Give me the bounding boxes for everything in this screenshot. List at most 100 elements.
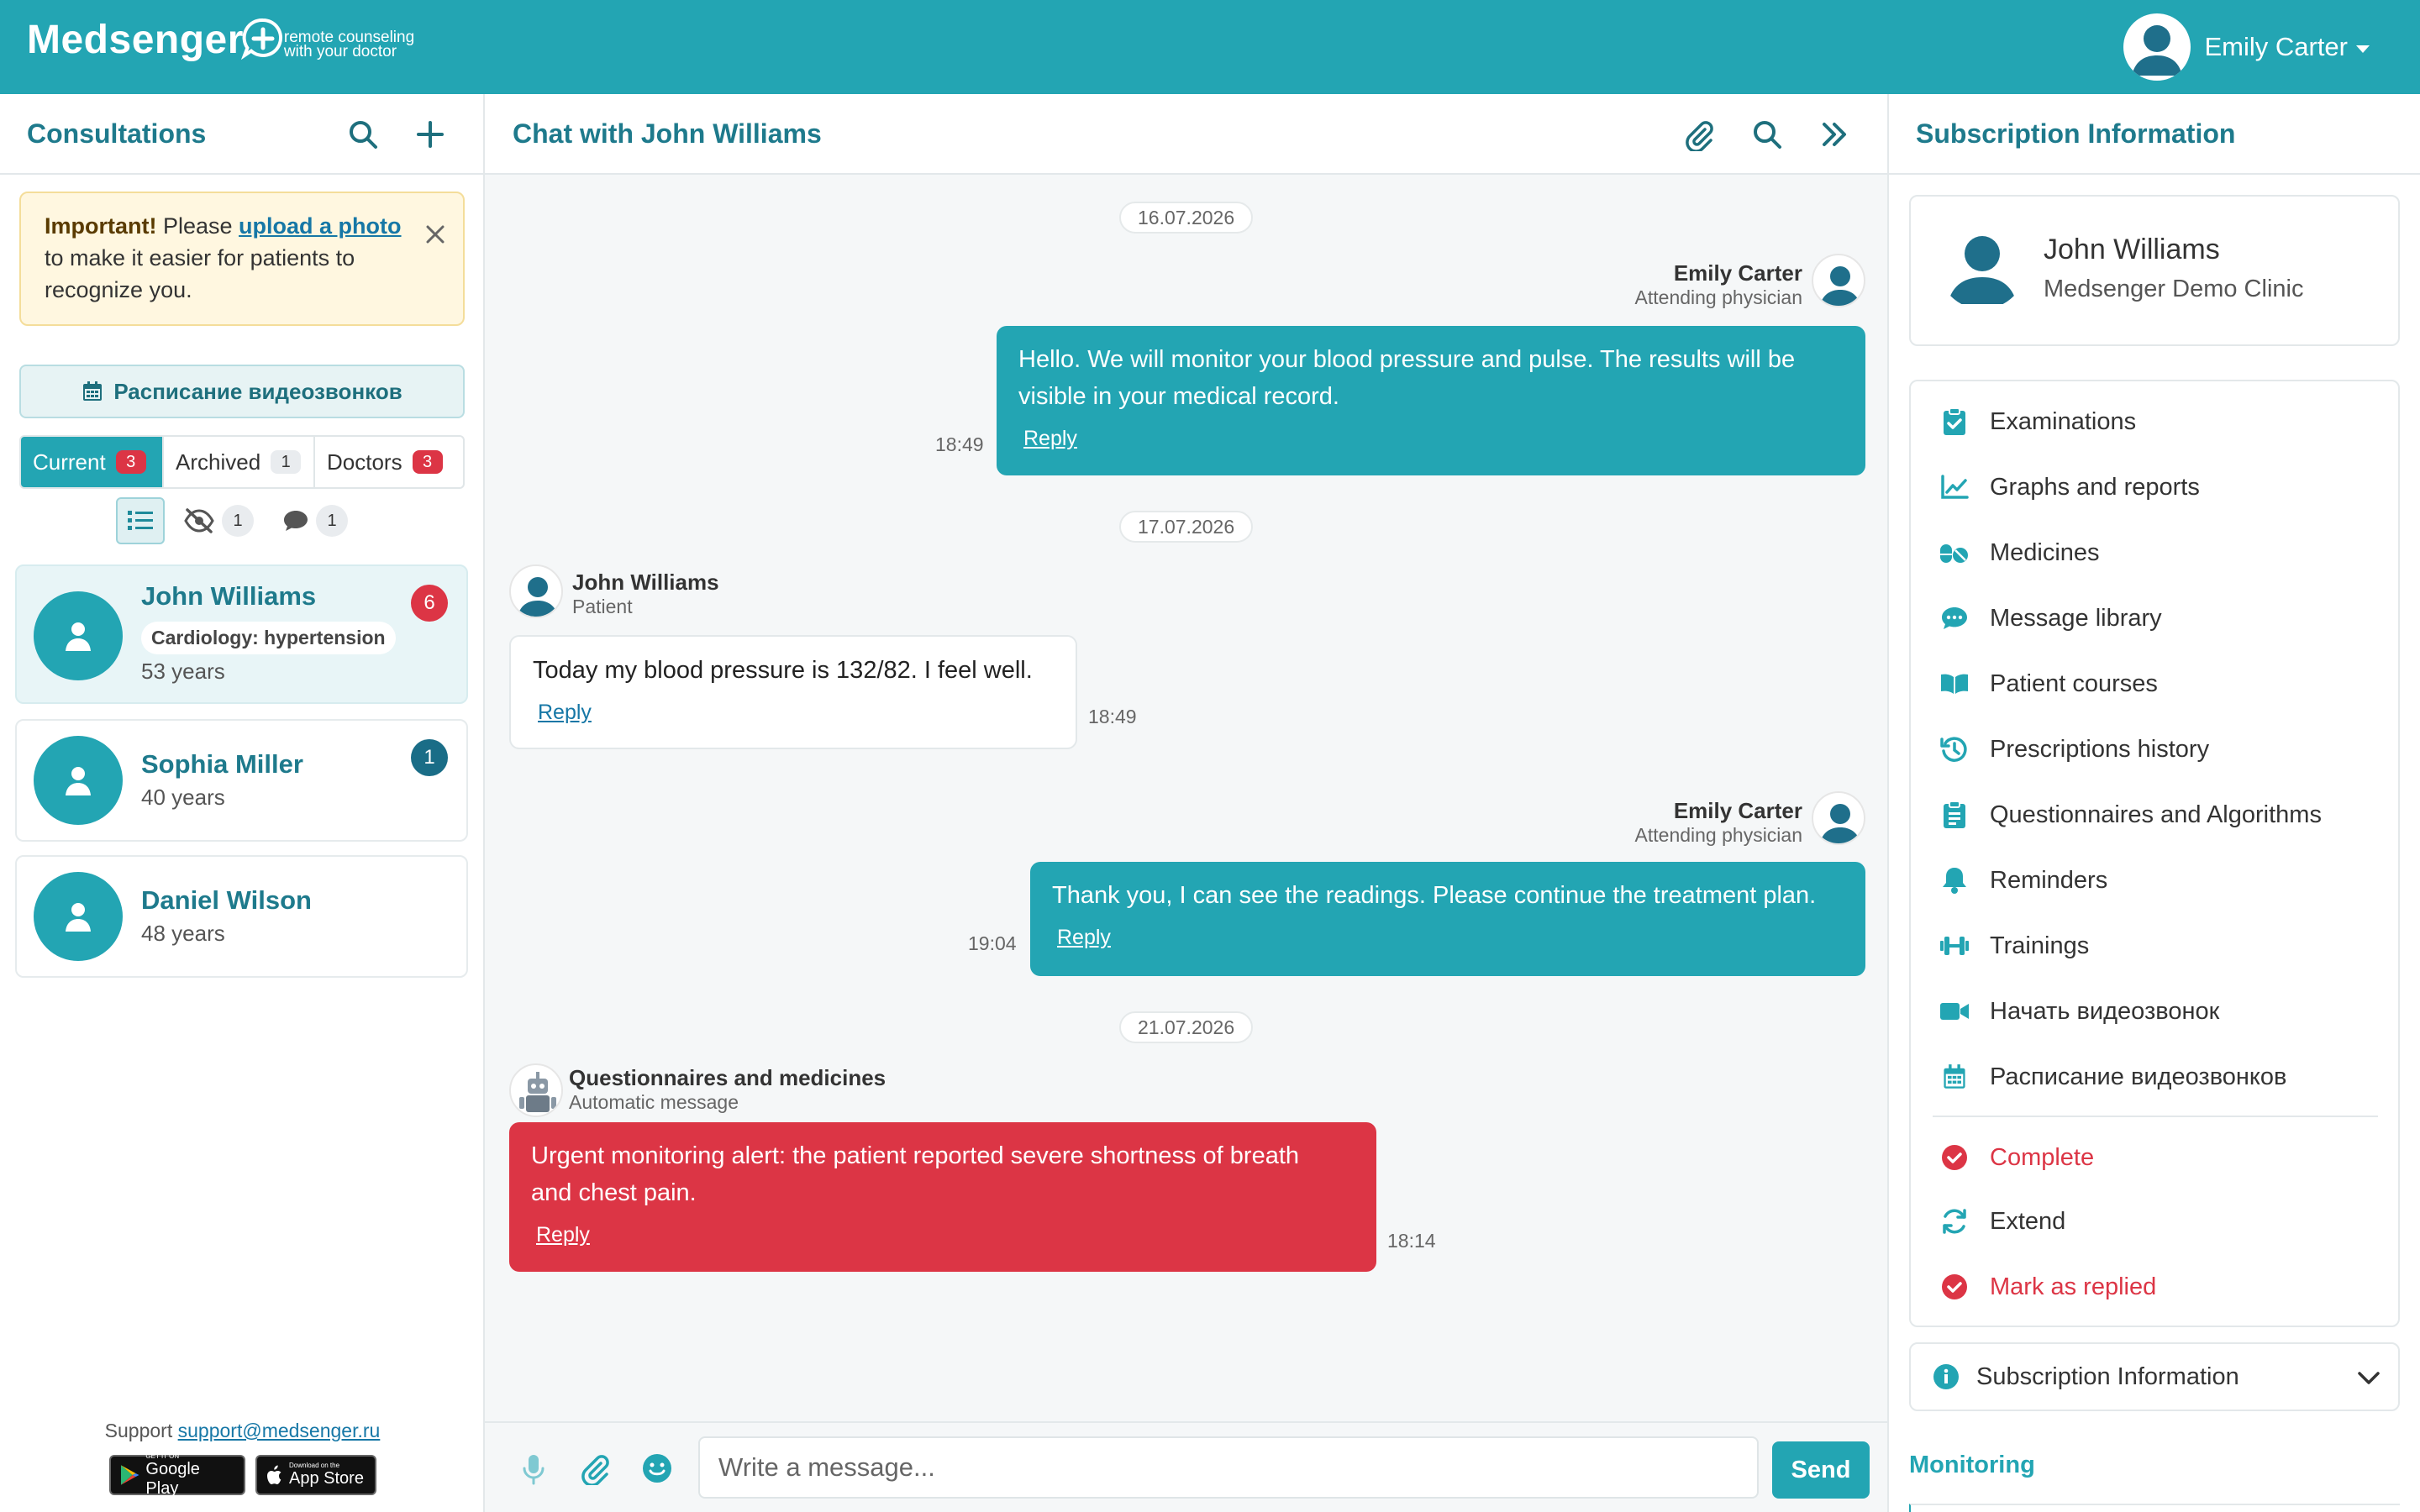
user-icon [66,767,91,795]
patient-name: John Williams [141,581,317,611]
google-play-small: GET IT ON [145,1452,180,1460]
consultations-header: Consultations [0,94,483,175]
list-view-button[interactable] [116,497,165,544]
caret-down-icon [2356,45,2370,53]
apple-icon [267,1465,281,1484]
message-time: 18:14 [1387,1230,1436,1252]
upload-photo-notice: Important! Please upload a photo to make… [19,192,465,326]
search-icon[interactable] [346,118,380,151]
reply-link[interactable]: Reply [1023,420,1077,457]
user-menu[interactable]: Emily Carter [2123,13,2370,81]
message-text: Today my blood pressure is 132/82. I fee… [533,657,1033,684]
tab-current[interactable]: Current 3 [21,437,164,487]
sender-name: Questionnaires and medicines [569,1065,886,1090]
unread-badge: 6 [411,585,448,622]
list-filters: 1 1 [116,497,348,544]
tab-archived[interactable]: Archived 1 [164,437,315,487]
reply-link[interactable]: Reply [538,694,592,731]
message-time: 18:49 [935,433,984,455]
patient-card[interactable]: John Williams Cardiology: hypertension 5… [15,564,468,704]
tab-current-label: Current [33,449,106,475]
support-email-link[interactable]: support@medsenger.ru [178,1420,381,1441]
close-icon[interactable] [424,223,446,245]
menu-divider [1933,1116,2378,1117]
menu-reminders[interactable]: Reminders [1939,865,2107,895]
tab-archived-label: Archived [176,449,261,475]
patient-name: Daniel Wilson [141,885,312,915]
patient-diagnosis-tag: Cardiology: hypertension [141,622,396,654]
hidden-count: 1 [222,505,254,537]
comment-icon [284,511,308,531]
message-bubble: Hello. We will monitor your blood pressu… [997,326,1865,475]
video-schedule-button[interactable]: Расписание видеозвонков [19,365,465,418]
search-icon[interactable] [1750,118,1784,151]
double-chevron-right-icon[interactable] [1818,118,1851,151]
list-icon [128,511,153,530]
chat-title: Chat with John Williams [513,118,822,149]
hidden-filter[interactable]: 1 [183,505,254,537]
message-text-line-2: and chest pain. [531,1179,697,1206]
message-input[interactable] [698,1436,1759,1499]
message-sender: Questionnaires and medicines Automatic m… [569,1065,886,1114]
clinic-name: Medsenger Demo Clinic [2044,276,2304,302]
paperclip-icon[interactable] [1682,118,1716,151]
menu-label: Graphs and reports [1990,473,2200,501]
logo[interactable]: Medsenger remote counseling with your do… [27,17,414,64]
patient-card[interactable]: Daniel Wilson 48 years [15,855,468,978]
action-complete[interactable]: Complete [1939,1142,2094,1173]
action-mark-replied[interactable]: Mark as replied [1939,1272,2156,1302]
message-sender: Emily Carter Attending physician [1635,260,1802,309]
menu-video-schedule[interactable]: Расписание видеозвонков [1939,1062,2286,1092]
subscription-info-accordion[interactable]: Subscription Information [1909,1342,2400,1411]
paperclip-icon[interactable] [578,1452,612,1485]
patient-card[interactable]: Sophia Miller 40 years 1 [15,719,468,842]
patient-name: Sophia Miller [141,749,303,779]
menu-questionnaires[interactable]: Questionnaires and Algorithms [1939,800,2322,830]
patient-avatar [34,591,123,680]
sender-name: John Williams [572,570,719,595]
refresh-icon [1943,1209,1966,1234]
app-store-badge[interactable]: Download on the App Store [255,1455,376,1495]
menu-graphs[interactable]: Graphs and reports [1939,472,2200,502]
logo-plus-icon [241,18,283,60]
menu-medicines[interactable]: Medicines [1939,538,2100,568]
menu-trainings[interactable]: Trainings [1939,931,2089,961]
add-icon[interactable] [413,118,447,151]
menu-prescriptions-history[interactable]: Prescriptions history [1939,734,2209,764]
tab-doctors[interactable]: Doctors 3 [315,437,463,487]
upload-photo-link[interactable]: upload a photo [239,213,401,239]
message-text-line-2: visible in your medical record. [1018,383,1339,410]
menu-patient-courses[interactable]: Patient courses [1939,669,2158,699]
video-schedule-label: Расписание видеозвонков [113,378,402,404]
message-text-line-1: Hello. We will monitor your blood pressu… [1018,346,1796,373]
menu-examinations[interactable]: Examinations [1939,407,2136,437]
reply-link[interactable]: Reply [536,1216,590,1253]
message-time: 18:49 [1088,706,1137,727]
tagline-line-2: with your doctor [283,43,397,60]
emoji-icon[interactable] [640,1452,674,1485]
menu-start-video-call[interactable]: Начать видеозвонок [1939,996,2219,1026]
logo-text: Medsenger [27,18,244,62]
book-open-icon [1941,674,1968,694]
calendar-icon [1944,1064,1965,1089]
microphone-icon[interactable] [519,1453,548,1485]
calendar-icon [83,381,103,401]
menu-message-library[interactable]: Message library [1939,603,2162,633]
user-icon [66,622,91,651]
chevron-down-icon [2358,1372,2380,1384]
google-play-badge[interactable]: GET IT ON Google Play [109,1452,245,1497]
messages-filter[interactable]: 1 [282,505,348,537]
patient-avatar [34,736,123,825]
doctor-avatar [1812,791,1865,845]
top-navbar: Medsenger remote counseling with your do… [0,0,2420,94]
action-label: Mark as replied [1990,1273,2157,1300]
action-extend[interactable]: Extend [1939,1206,2065,1236]
action-label: Extend [1990,1207,2066,1235]
app-store-small: Download on the [289,1462,340,1469]
date-separator: 21.07.2026 [1119,1011,1254,1043]
subscription-menu: Examinations Graphs and reports Medicine… [1909,380,2400,1327]
reply-link[interactable]: Reply [1057,919,1111,956]
notice-important: Important! [45,213,157,239]
menu-label: Questionnaires and Algorithms [1990,801,2322,828]
send-button[interactable]: Send [1772,1441,1870,1499]
